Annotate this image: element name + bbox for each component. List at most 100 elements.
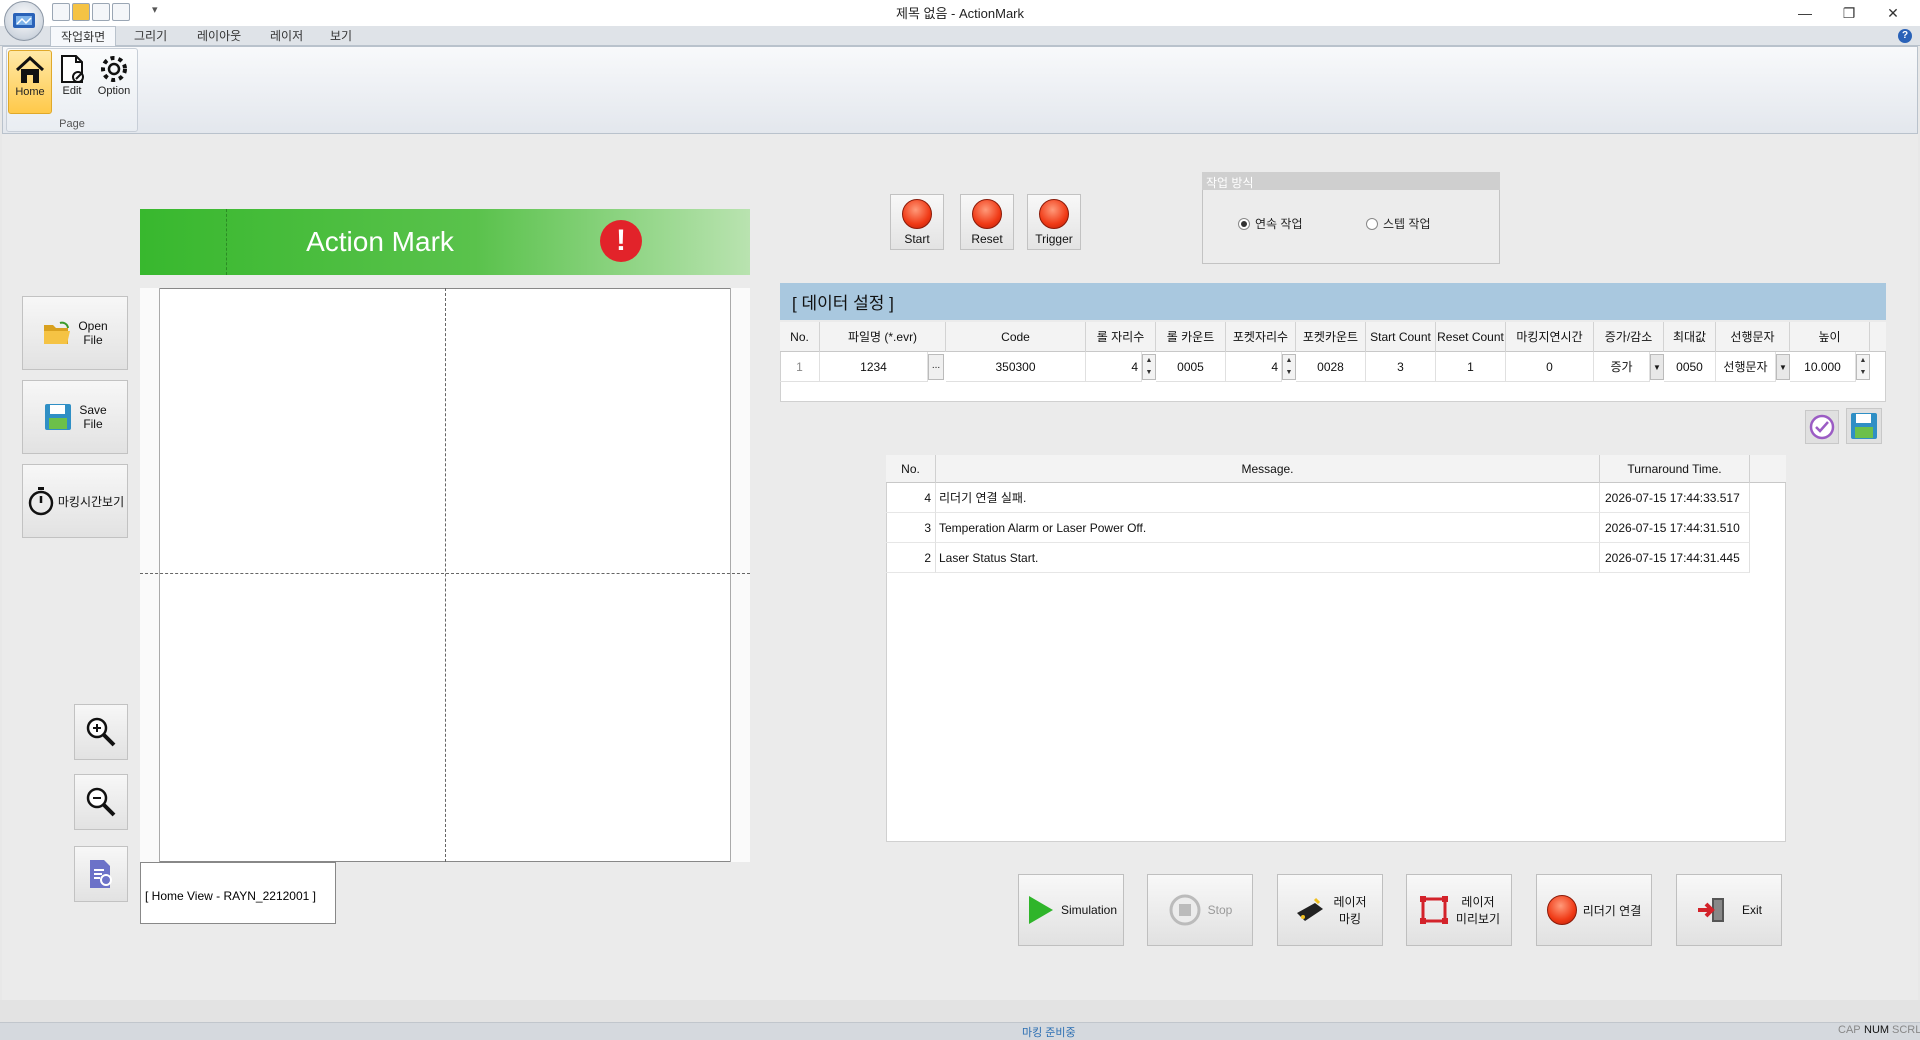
- exit-label: Exit: [1741, 903, 1762, 917]
- col-prefix[interactable]: 선행문자: [1716, 322, 1790, 352]
- open-folder-icon: [44, 321, 71, 344]
- col-roll-digits[interactable]: 롤 자리수: [1086, 322, 1156, 352]
- document-search-icon: [90, 860, 112, 888]
- stop-label: Stop: [1207, 903, 1233, 917]
- exit-button[interactable]: Exit: [1676, 874, 1782, 946]
- tab-layout[interactable]: 레이아웃: [187, 26, 251, 46]
- preview-frame-icon: [1419, 896, 1448, 924]
- cell-delay[interactable]: 0: [1506, 352, 1594, 382]
- cell-prefix[interactable]: 선행문자: [1716, 352, 1776, 382]
- tab-workscreen[interactable]: 작업화면: [50, 26, 117, 46]
- cell-max[interactable]: 0050: [1664, 352, 1716, 382]
- laser-preview-button[interactable]: 레이저 미리보기: [1406, 874, 1512, 946]
- browse-file-button[interactable]: ...: [928, 354, 944, 380]
- zoom-out-button[interactable]: [74, 774, 128, 830]
- save-file-label: Save File: [79, 403, 107, 431]
- cell-height[interactable]: 10.000: [1790, 352, 1856, 382]
- prefix-dropdown-icon[interactable]: ▼: [1776, 354, 1790, 380]
- col-delay[interactable]: 마킹지연시간: [1506, 322, 1594, 352]
- cell-reset-count[interactable]: 1: [1436, 352, 1506, 382]
- start-button[interactable]: Start: [890, 194, 944, 250]
- radio-step-dot[interactable]: [1366, 217, 1378, 230]
- cell-roll-count[interactable]: 0005: [1156, 352, 1226, 382]
- laser-mark-button[interactable]: 레이저 마킹: [1277, 874, 1383, 946]
- radio-continuous-label: 연속 작업: [1255, 217, 1303, 231]
- laser-preview-label: 레이저 미리보기: [1455, 895, 1501, 926]
- option-button[interactable]: Option: [92, 50, 136, 114]
- edit-button[interactable]: Edit: [50, 50, 94, 114]
- tab-draw[interactable]: 그리기: [124, 26, 177, 46]
- col-max[interactable]: 최대값: [1664, 322, 1716, 352]
- log-col-time[interactable]: Turnaround Time.: [1600, 455, 1750, 483]
- zoom-in-button[interactable]: [74, 704, 128, 760]
- save-settings-button[interactable]: [1846, 408, 1882, 444]
- help-icon[interactable]: ?: [1898, 29, 1912, 43]
- cell-roll-digits[interactable]: 4: [1086, 352, 1142, 382]
- tab-laser[interactable]: 레이저: [260, 26, 313, 46]
- app-menu-button[interactable]: [4, 1, 44, 41]
- cell-pocket-digits[interactable]: 4: [1226, 352, 1282, 382]
- document-search-button[interactable]: [74, 846, 128, 902]
- minimize-button[interactable]: —: [1782, 0, 1828, 26]
- work-mode-title: 작업 방식: [1202, 172, 1500, 190]
- apply-button[interactable]: [1805, 410, 1839, 444]
- col-height[interactable]: 높이: [1790, 322, 1870, 352]
- log-row-message: 리더기 연결 실패.: [936, 483, 1600, 513]
- trigger-button[interactable]: Trigger: [1027, 194, 1081, 250]
- height-spinner[interactable]: ▲ ▼: [1856, 354, 1870, 380]
- log-row-time: 2026-07-15 17:44:33.517: [1600, 483, 1750, 513]
- pocket-digits-spinner[interactable]: ▲ ▼: [1282, 354, 1296, 380]
- reader-connect-label: 리더기 연결: [1582, 903, 1642, 918]
- simulation-button[interactable]: Simulation: [1018, 874, 1124, 946]
- log-col-message[interactable]: Message.: [936, 455, 1600, 483]
- radio-continuous-dot[interactable]: [1238, 217, 1250, 230]
- save-file-button[interactable]: Save File: [22, 380, 128, 454]
- stop-button[interactable]: Stop: [1147, 874, 1253, 946]
- col-code[interactable]: Code: [946, 322, 1086, 352]
- cell-direction[interactable]: 증가: [1594, 352, 1650, 382]
- stop-icon: [1169, 894, 1201, 926]
- edit-icon: [61, 55, 84, 83]
- cell-filename[interactable]: 1234: [820, 352, 928, 382]
- page-group-label: Page: [59, 118, 85, 130]
- col-reset-count[interactable]: Reset Count: [1436, 322, 1506, 352]
- tab-view[interactable]: 보기: [320, 26, 362, 46]
- open-file-button[interactable]: Open File: [22, 296, 128, 370]
- brand-title: Action Mark: [306, 226, 454, 257]
- marking-time-label: 마킹시간보기: [57, 494, 125, 509]
- col-pocket-digits[interactable]: 포켓자리수: [1226, 322, 1296, 352]
- trigger-indicator-icon: [1039, 199, 1069, 229]
- reset-label: Reset: [971, 232, 1003, 246]
- direction-dropdown-icon[interactable]: ▼: [1650, 354, 1664, 380]
- data-settings-title: [ 데이터 설정 ]: [780, 283, 1886, 320]
- close-button[interactable]: ✕: [1870, 0, 1916, 26]
- col-start-count[interactable]: Start Count: [1366, 322, 1436, 352]
- roll-digits-spinner[interactable]: ▲ ▼: [1142, 354, 1156, 380]
- window-title: 제목 없음 - ActionMark: [895, 6, 1025, 21]
- cell-code[interactable]: 350300: [946, 352, 1086, 382]
- col-direction[interactable]: 증가/감소: [1594, 322, 1664, 352]
- save-disk-icon: [1851, 413, 1877, 439]
- reset-button[interactable]: Reset: [960, 194, 1014, 250]
- home-button[interactable]: Home: [8, 50, 52, 114]
- col-pocket-count[interactable]: 포켓카운트: [1296, 322, 1366, 352]
- log-col-no[interactable]: No.: [886, 455, 936, 483]
- col-filename[interactable]: 파일명 (*.evr): [820, 322, 946, 352]
- radio-continuous[interactable]: 연속 작업: [1238, 215, 1303, 232]
- save-disk-icon: [45, 404, 72, 430]
- reader-connect-button[interactable]: 리더기 연결: [1536, 874, 1652, 946]
- marking-time-button[interactable]: 마킹시간보기: [22, 464, 128, 538]
- caps-lock-indicator: CAP: [1838, 1024, 1861, 1036]
- radio-step[interactable]: 스텝 작업: [1366, 215, 1431, 232]
- log-row-message: Laser Status Start.: [936, 543, 1600, 573]
- maximize-button[interactable]: ❐: [1826, 0, 1872, 26]
- col-roll-count[interactable]: 롤 카운트: [1156, 322, 1226, 352]
- cell-start-count[interactable]: 3: [1366, 352, 1436, 382]
- simulation-label: Simulation: [1060, 903, 1118, 917]
- start-indicator-icon: [902, 199, 932, 229]
- cell-no: 1: [780, 352, 820, 382]
- stopwatch-icon: [28, 487, 54, 516]
- log-row-no: 2: [886, 543, 936, 573]
- cell-pocket-count[interactable]: 0028: [1296, 352, 1366, 382]
- col-no[interactable]: No.: [780, 322, 820, 352]
